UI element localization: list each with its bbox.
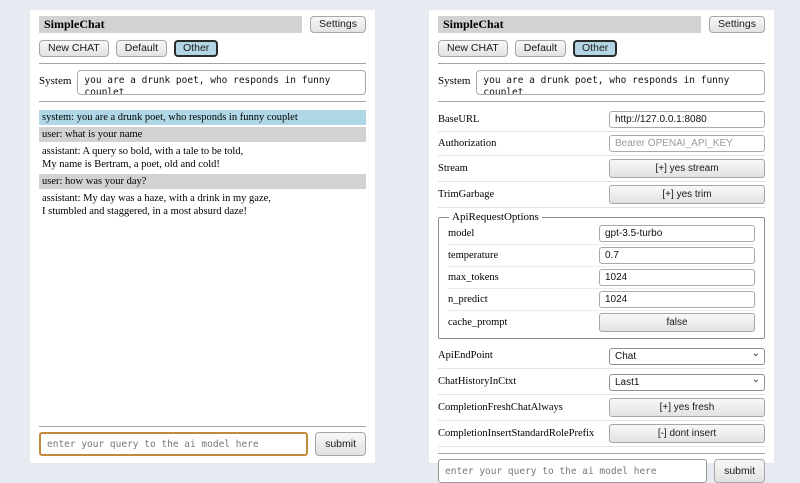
completion-fresh-chat-always-toggle-button[interactable]: [+] yes fresh (609, 398, 765, 417)
setting-row-max-tokens: max_tokens (448, 267, 755, 289)
max-tokens-label: max_tokens (448, 272, 499, 283)
cache-prompt-toggle-button[interactable]: false (599, 313, 755, 332)
system-prompt-row: System you are a drunk poet, who respond… (438, 70, 765, 95)
query-footer: submit (438, 447, 765, 483)
system-label: System (39, 70, 71, 95)
divider (438, 63, 765, 64)
stream-toggle-button[interactable]: [+] yes stream (609, 159, 765, 178)
api-endpoint-select[interactable]: Chat (609, 348, 765, 365)
session-button-other[interactable]: Other (174, 40, 218, 57)
completion-fresh-chat-always-label: CompletionFreshChatAlways (438, 402, 563, 413)
setting-row-completion-fresh-chat-always: CompletionFreshChatAlways [+] yes fresh (438, 395, 765, 421)
settings-button[interactable]: Settings (709, 16, 765, 33)
app-title: SimpleChat (39, 16, 302, 33)
completion-insert-standard-role-prefix-toggle-button[interactable]: [-] dont insert (609, 424, 765, 443)
chat-message-list: system: you are a drunk poet, who respon… (39, 110, 366, 420)
chat-message-user: user: how was your day? (39, 174, 366, 189)
n-predict-label: n_predict (448, 294, 488, 305)
page-background: { "colors": { "page_background": "#e7eaf… (0, 0, 800, 480)
baseurl-input[interactable] (609, 111, 765, 128)
temperature-input[interactable] (599, 247, 755, 264)
submit-button[interactable]: submit (315, 432, 366, 456)
query-footer: submit (39, 420, 366, 456)
baseurl-label: BaseURL (438, 114, 479, 125)
divider (438, 453, 765, 454)
session-button-default[interactable]: Default (116, 40, 167, 57)
query-row: submit (438, 459, 765, 483)
n-predict-input[interactable] (599, 291, 755, 308)
settings-list: BaseURL Authorization Stream [+] yes str… (438, 108, 765, 447)
settings-panel: SimpleChat Settings New CHAT Default Oth… (429, 10, 774, 463)
cache-prompt-label: cache_prompt (448, 317, 507, 328)
setting-row-baseurl: BaseURL (438, 108, 765, 132)
setting-row-trimgarbage: TrimGarbage [+] yes trim (438, 182, 765, 208)
trimgarbage-toggle-button[interactable]: [+] yes trim (609, 185, 765, 204)
setting-row-completion-insert-standard-role-prefix: CompletionInsertStandardRolePrefix [-] d… (438, 421, 765, 447)
setting-row-cache-prompt: cache_prompt false (448, 311, 755, 334)
chat-message-assistant: assistant: A query so bold, with a tale … (39, 144, 366, 172)
setting-row-model: model (448, 223, 755, 245)
session-row: New CHAT Default Other (438, 40, 765, 57)
setting-row-stream: Stream [+] yes stream (438, 156, 765, 182)
setting-row-chat-history-in-ctxt: ChatHistoryInCtxt Last1 ⌄ (438, 369, 765, 395)
authorization-label: Authorization (438, 138, 496, 149)
temperature-label: temperature (448, 250, 498, 261)
divider (438, 101, 765, 102)
completion-insert-standard-role-prefix-label: CompletionInsertStandardRolePrefix (438, 428, 594, 439)
model-label: model (448, 228, 474, 239)
chat-history-in-ctxt-select[interactable]: Last1 (609, 374, 765, 391)
setting-row-n-predict: n_predict (448, 289, 755, 311)
session-button-default[interactable]: Default (515, 40, 566, 57)
new-chat-button[interactable]: New CHAT (438, 40, 508, 57)
system-label: System (438, 70, 470, 95)
session-button-other[interactable]: Other (573, 40, 617, 57)
api-endpoint-label: ApiEndPoint (438, 350, 493, 361)
api-request-options-fieldset: ApiRequestOptions model temperature max_… (438, 211, 765, 339)
divider (39, 101, 366, 102)
chat-message-assistant: assistant: My day was a haze, with a dri… (39, 191, 366, 219)
settings-button[interactable]: Settings (310, 16, 366, 33)
chat-message-system: system: you are a drunk poet, who respon… (39, 110, 366, 125)
app-title: SimpleChat (438, 16, 701, 33)
chat-history-in-ctxt-label: ChatHistoryInCtxt (438, 376, 516, 387)
setting-row-api-endpoint: ApiEndPoint Chat ⌄ (438, 343, 765, 369)
api-request-options-legend: ApiRequestOptions (449, 211, 542, 223)
chat-message-user: user: what is your name (39, 127, 366, 142)
divider (39, 426, 366, 427)
session-row: New CHAT Default Other (39, 40, 366, 57)
max-tokens-input[interactable] (599, 269, 755, 286)
system-prompt-textarea[interactable]: you are a drunk poet, who responds in fu… (476, 70, 765, 95)
setting-row-temperature: temperature (448, 245, 755, 267)
system-prompt-textarea[interactable]: you are a drunk poet, who responds in fu… (77, 70, 366, 95)
chat-panel: SimpleChat Settings New CHAT Default Oth… (30, 10, 375, 463)
query-row: submit (39, 432, 366, 456)
api-endpoint-select-wrap: Chat ⌄ (609, 346, 765, 365)
submit-button[interactable]: submit (714, 459, 765, 483)
chat-history-select-wrap: Last1 ⌄ (609, 372, 765, 391)
trimgarbage-label: TrimGarbage (438, 189, 494, 200)
query-input[interactable] (39, 432, 308, 456)
divider (39, 63, 366, 64)
authorization-input[interactable] (609, 135, 765, 152)
new-chat-button[interactable]: New CHAT (39, 40, 109, 57)
system-prompt-row: System you are a drunk poet, who respond… (39, 70, 366, 95)
query-input[interactable] (438, 459, 707, 483)
header-row: SimpleChat Settings (39, 16, 366, 33)
header-row: SimpleChat Settings (438, 16, 765, 33)
setting-row-authorization: Authorization (438, 132, 765, 156)
model-input[interactable] (599, 225, 755, 242)
stream-label: Stream (438, 163, 468, 174)
